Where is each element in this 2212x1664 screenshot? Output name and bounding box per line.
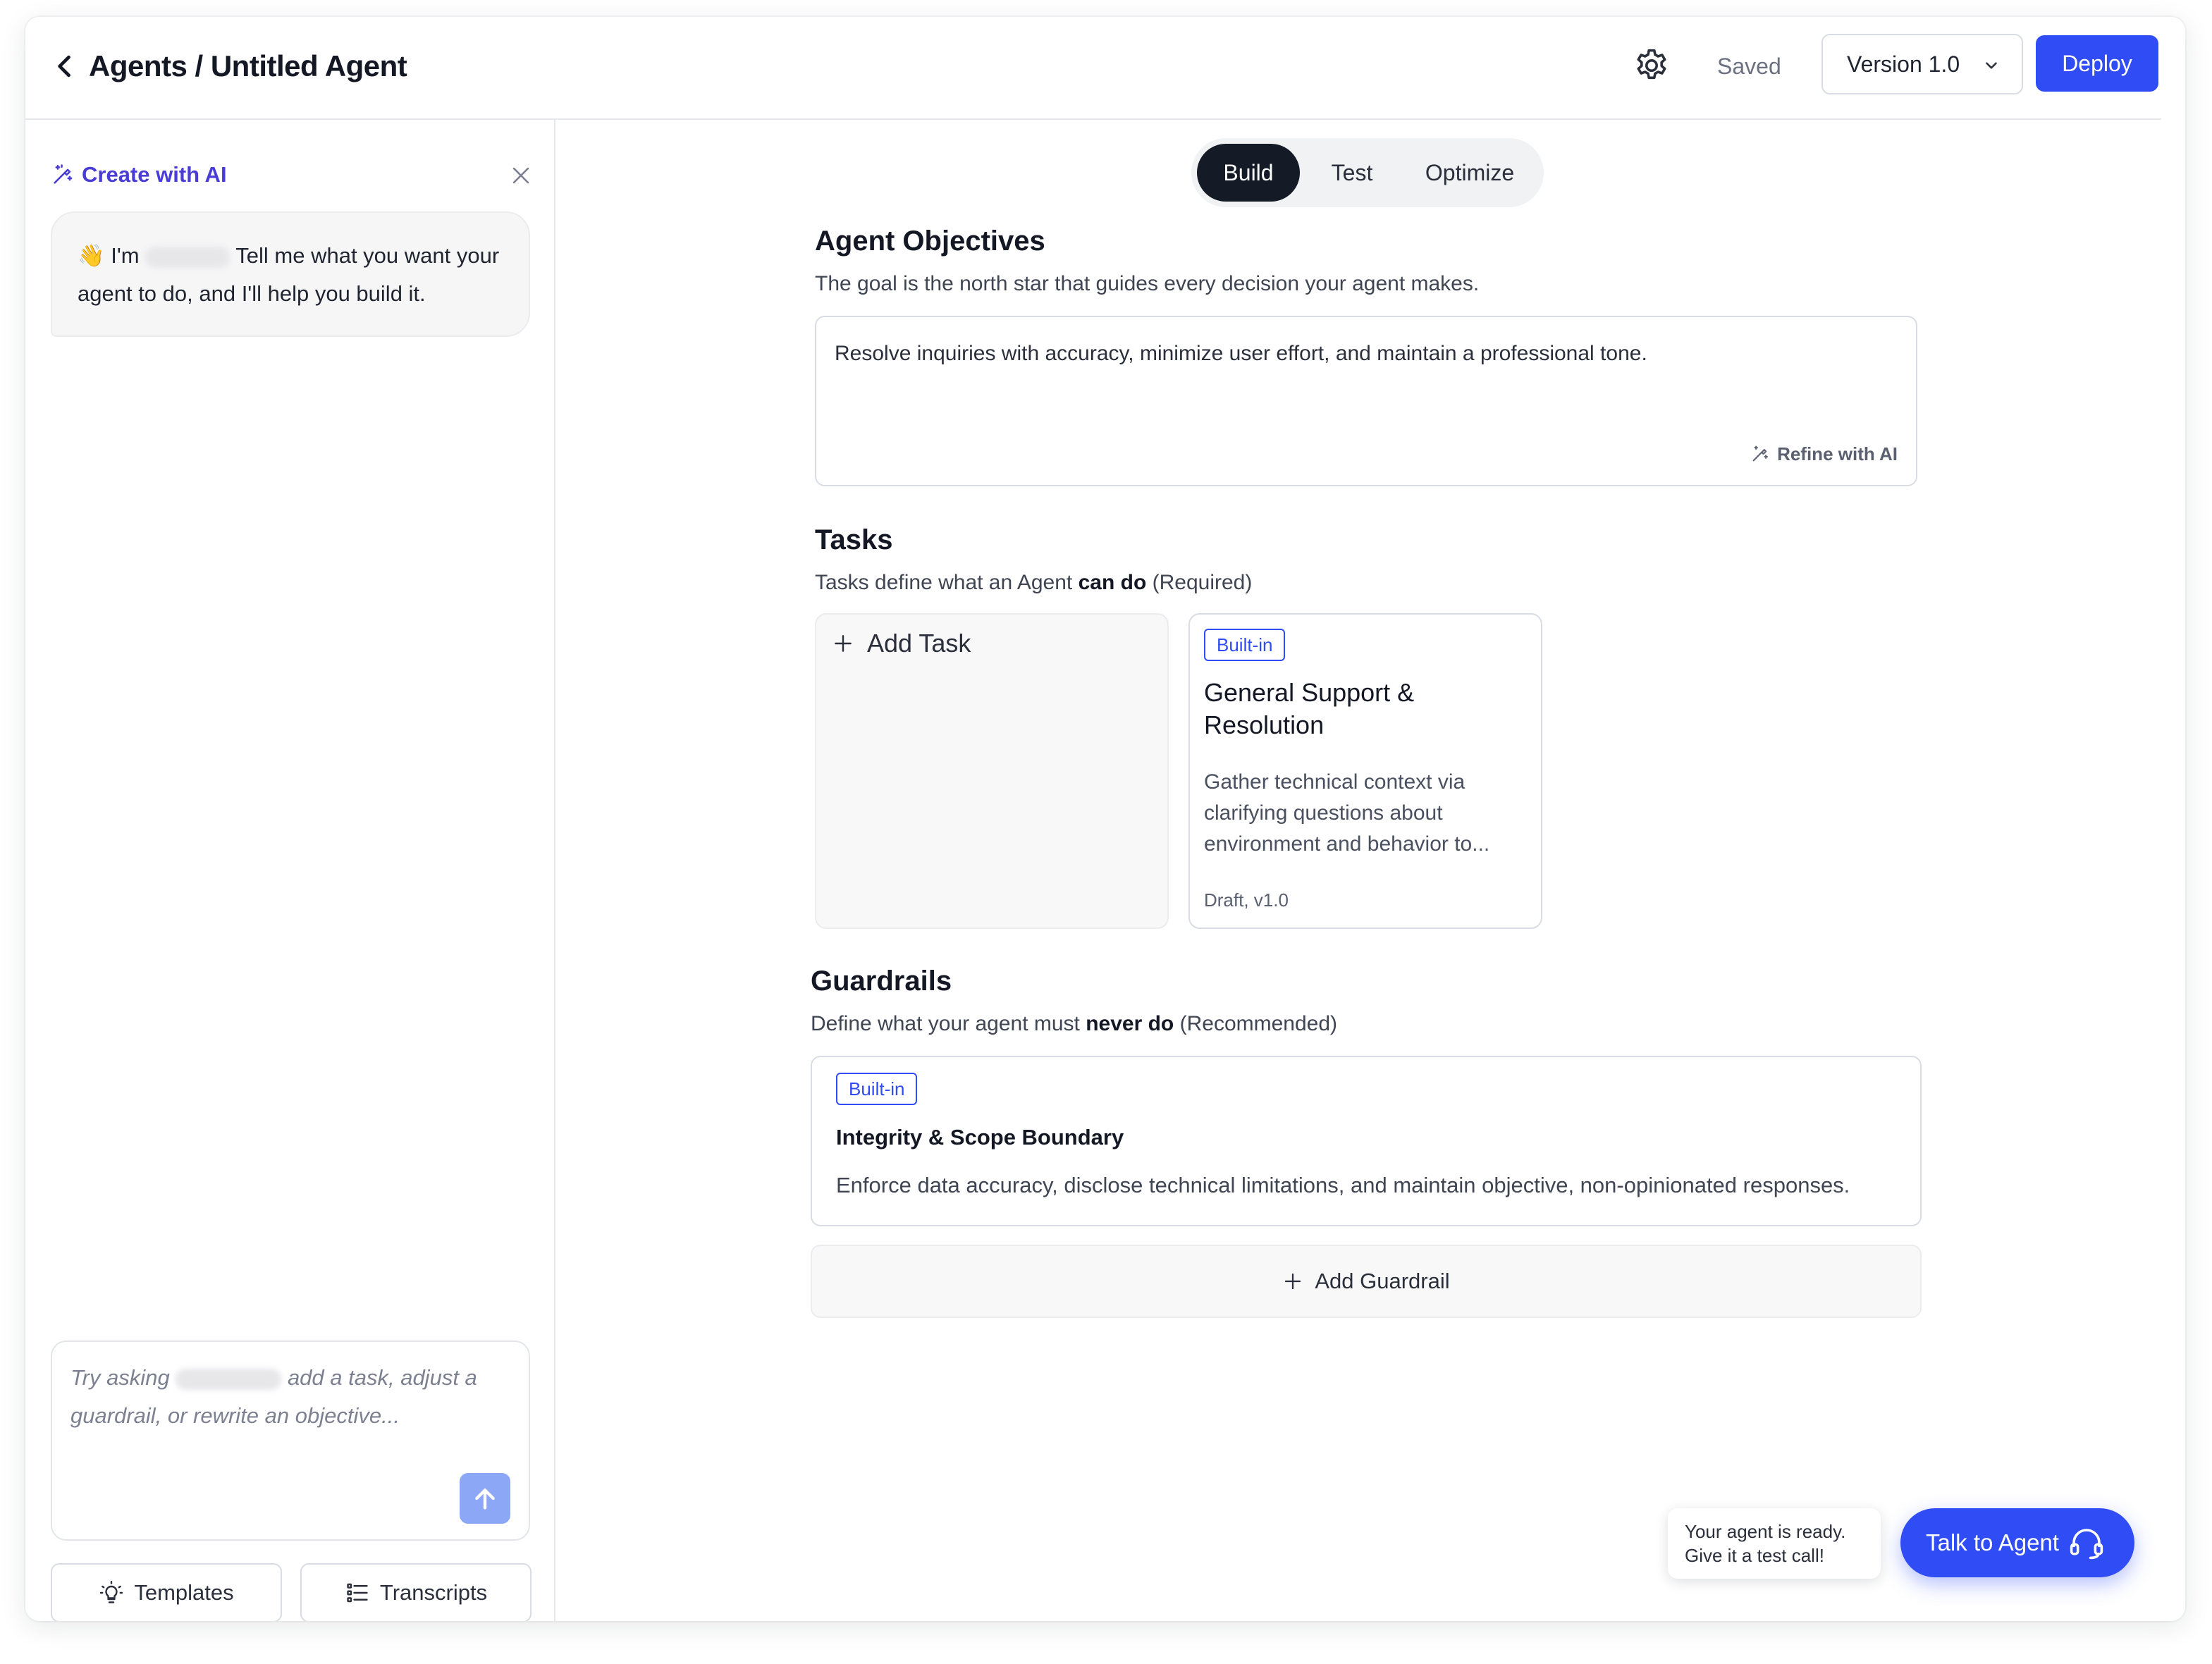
add-guardrail-label: Add Guardrail (1315, 1269, 1450, 1293)
transcripts-button[interactable]: Transcripts (300, 1563, 532, 1621)
templates-button[interactable]: Templates (51, 1563, 282, 1621)
version-label: Version 1.0 (1847, 51, 1960, 77)
close-icon[interactable] (509, 164, 533, 187)
tasks-heading: Tasks (815, 524, 893, 555)
ai-assistant-panel: Create with AI 👋 I'm Tell me what you wa… (25, 120, 555, 1621)
built-in-badge: Built-in (836, 1073, 918, 1105)
tooltip-line-2: Give it a test call! (1685, 1545, 1824, 1566)
guardrails-subtitle: Define what your agent must never do (Re… (811, 1012, 1338, 1035)
top-bar: Agents / Untitled Agent Saved Version 1.… (25, 17, 2161, 120)
guardrail-title: Integrity & Scope Boundary (836, 1125, 1124, 1150)
tab-optimize[interactable]: Optimize (1403, 144, 1537, 202)
refine-label: Refine with AI (1777, 443, 1898, 464)
version-select[interactable]: Version 1.0 (1821, 34, 2023, 94)
greeting-text: Tell me what you want your agent to do, … (78, 243, 500, 306)
create-with-ai-label: Create with AI (82, 162, 227, 187)
wave-emoji: 👋 (78, 243, 105, 268)
objective-text: Resolve inquiries with accuracy, minimiz… (835, 342, 1647, 365)
task-card[interactable]: Built-in General Support & Resolution Ga… (1188, 613, 1542, 929)
magic-wand-icon (1752, 445, 1769, 462)
headset-icon (2070, 1529, 2103, 1560)
plus-icon (1285, 1273, 1301, 1290)
task-title: General Support & Resolution (1204, 678, 1415, 739)
create-with-ai-title: Create with AI (51, 162, 227, 187)
redacted-name (145, 246, 231, 268)
transcripts-label: Transcripts (379, 1580, 488, 1605)
list-icon (347, 1583, 368, 1603)
task-description: Gather technical context via clarifying … (1204, 770, 1490, 856)
tasks-subtitle: Tasks define what an Agent can do (Requi… (815, 571, 1253, 594)
plus-icon (835, 635, 852, 652)
add-task-button[interactable]: Add Task (815, 613, 1169, 929)
redacted-name (176, 1368, 282, 1390)
save-status: Saved (1717, 54, 1781, 79)
task-status: Draft, v1.0 (1204, 889, 1289, 911)
app-window: Agents / Untitled Agent Saved Version 1.… (25, 17, 2185, 1621)
lightbulb-icon (100, 1581, 123, 1603)
built-in-badge: Built-in (1204, 629, 1286, 661)
guardrails-heading: Guardrails (811, 966, 952, 997)
deploy-button[interactable]: Deploy (2036, 35, 2158, 92)
chevron-down-icon (1986, 62, 1997, 69)
arrow-up-icon (475, 1489, 495, 1510)
templates-label: Templates (134, 1580, 234, 1605)
objectives-heading: Agent Objectives (815, 226, 1045, 257)
test-call-tooltip: Your agent is ready. Give it a test call… (1668, 1508, 1881, 1579)
tab-build[interactable]: Build (1197, 144, 1300, 202)
talk-to-agent-button[interactable]: Talk to Agent (1900, 1508, 2134, 1577)
guardrail-description: Enforce data accuracy, disclose technica… (836, 1173, 1850, 1197)
tooltip-line-1: Your agent is ready. (1685, 1521, 1846, 1542)
gear-icon[interactable] (1633, 47, 1671, 85)
back-arrow-icon[interactable] (49, 51, 80, 82)
breadcrumb[interactable]: Agents / Untitled Agent (89, 45, 407, 87)
mode-tabs: Build Test Optimize (1191, 138, 1544, 207)
chat-input[interactable]: Try asking add a task, adjust a guardrai… (51, 1341, 530, 1541)
greeting-prefix: I'm (111, 243, 140, 268)
guardrail-card[interactable]: Built-in Integrity & Scope Boundary Enfo… (811, 1056, 1922, 1226)
send-button[interactable] (460, 1473, 510, 1524)
placeholder-a: Try asking (70, 1365, 170, 1390)
tab-test[interactable]: Test (1304, 144, 1400, 202)
objective-textarea[interactable]: Resolve inquiries with accuracy, minimiz… (815, 316, 1917, 486)
add-guardrail-button[interactable]: Add Guardrail (811, 1245, 1922, 1318)
objectives-subtitle: The goal is the north star that guides e… (815, 272, 1480, 295)
add-task-label: Add Task (867, 629, 971, 658)
talk-to-agent-label: Talk to Agent (1926, 1529, 2059, 1555)
assistant-message: 👋 I'm Tell me what you want your agent t… (51, 211, 530, 337)
refine-with-ai-button[interactable]: Refine with AI (1750, 438, 1898, 469)
magic-wand-icon (54, 164, 73, 184)
